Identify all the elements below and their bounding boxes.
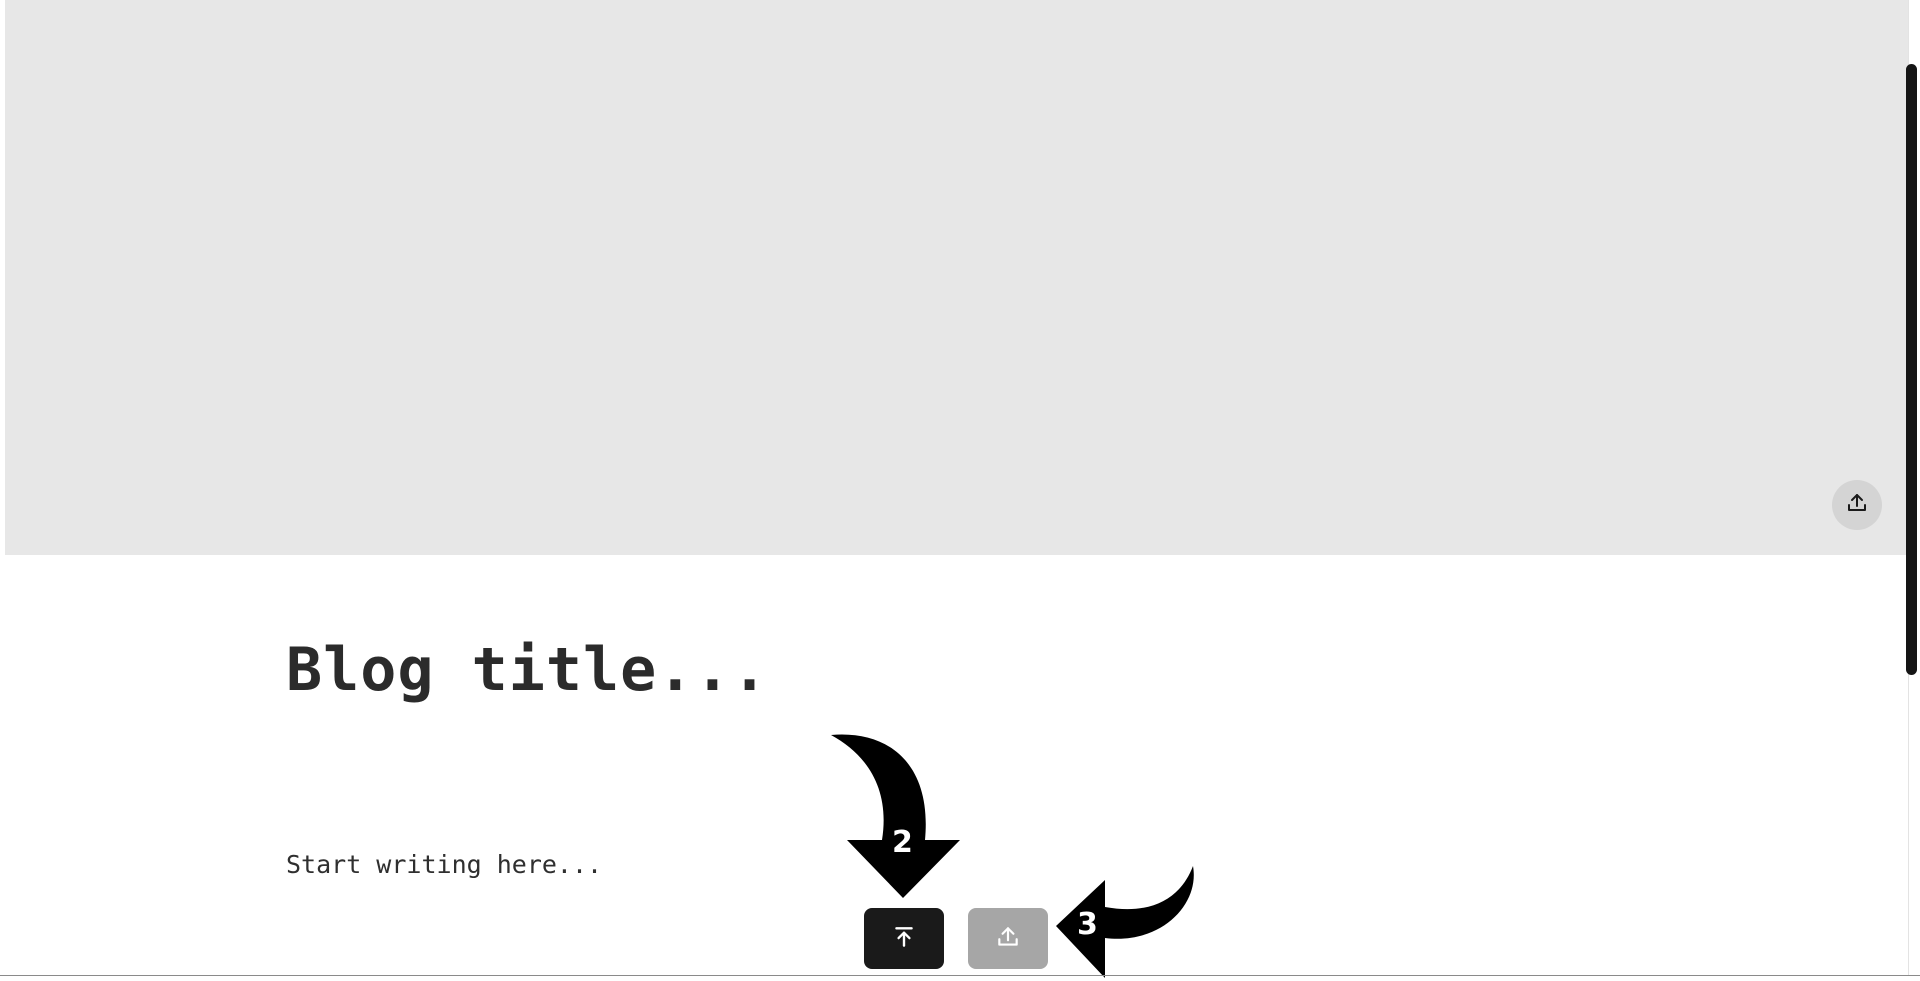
- annotation-number-3: 3: [1077, 907, 1098, 942]
- blog-body-editor[interactable]: Start writing here...: [286, 849, 602, 881]
- cover-upload-button[interactable]: [1832, 480, 1882, 530]
- annotation-arrow-2: [831, 734, 960, 898]
- blog-editor-page: Blog title... Start writing here... 2 3: [0, 0, 1920, 981]
- annotation-number-2: 2: [892, 825, 913, 860]
- publish-button[interactable]: [864, 908, 944, 969]
- annotation-arrow-3: [1056, 866, 1194, 978]
- scrollbar-thumb[interactable]: [1906, 64, 1917, 675]
- blog-title-input[interactable]: Blog title...: [286, 632, 769, 708]
- cover-image-area[interactable]: [5, 0, 1908, 555]
- upload-button[interactable]: [968, 908, 1048, 969]
- upload-icon: [1845, 491, 1869, 519]
- bottom-divider: [0, 975, 1920, 976]
- arrow-up-to-line-icon: [891, 924, 917, 954]
- upload-icon: [995, 924, 1021, 954]
